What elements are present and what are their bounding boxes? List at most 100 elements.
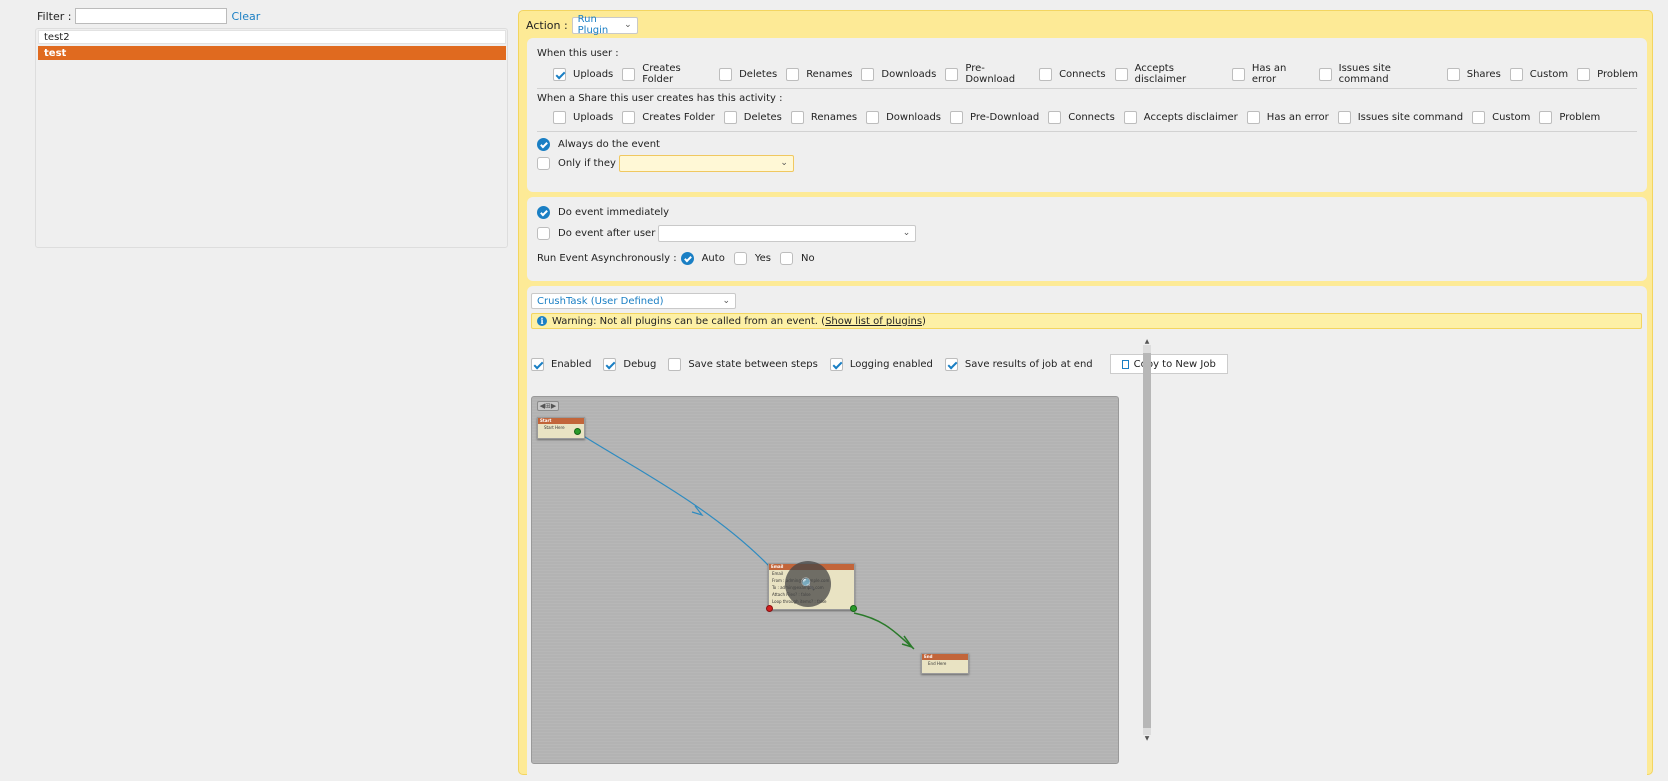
checkbox[interactable] [866,110,880,124]
debug-option[interactable]: Debug [603,357,656,371]
checkbox[interactable] [1472,110,1486,124]
checkbox[interactable] [945,67,959,81]
checkbox[interactable] [1446,67,1460,81]
flow-node-start[interactable]: Start Start Here [537,417,585,439]
zoom-icon[interactable]: 🔍 [785,561,831,607]
user-event-problem[interactable]: Problem [1577,67,1638,81]
copy-to-new-job-button[interactable]: Copy to New Job [1109,354,1228,374]
checkbox[interactable] [622,110,636,124]
save-results-option[interactable]: Save results of job at end [944,357,1093,371]
async-no-option[interactable]: No [779,251,815,265]
async-yes-option[interactable]: Yes [733,251,771,265]
share-event-downloads[interactable]: Downloads [866,110,941,124]
checkbox[interactable] [1048,110,1062,124]
plugin-select[interactable]: CrushTask (User Defined) ⌄ [531,293,736,309]
checkbox[interactable] [1577,67,1591,81]
checkbox[interactable] [786,67,800,81]
checkbox[interactable] [1039,67,1053,81]
user-list-item-test2[interactable]: test2 [38,30,506,44]
checkbox[interactable] [553,67,566,81]
enabled-option[interactable]: Enabled [531,357,591,371]
radio-button[interactable] [537,156,550,170]
share-event-uploads[interactable]: Uploads [553,110,613,124]
zoom-toolbar[interactable]: ◀⊞▶ [537,401,559,411]
user-event-renames[interactable]: Renames [786,67,852,81]
only-if-option[interactable]: Only if they ⌄ [537,154,794,172]
output-port[interactable] [850,605,857,612]
radio-button[interactable] [779,251,793,265]
checkbox[interactable] [1318,67,1332,81]
filter-input[interactable] [75,8,228,24]
user-event-downloads[interactable]: Downloads [861,67,936,81]
checkbox[interactable] [944,357,958,371]
checkbox[interactable] [1246,110,1260,124]
checkbox[interactable] [1539,110,1553,124]
clear-filter-link[interactable]: Clear [231,10,260,23]
user-event-connects[interactable]: Connects [1039,67,1106,81]
flow-scrollbar[interactable]: ▲ ▼ [1143,339,1151,742]
error-port[interactable] [766,605,773,612]
checkbox[interactable] [668,357,682,371]
always-do-event-option[interactable]: Always do the event [537,136,660,152]
radio-button[interactable] [537,205,550,219]
checkbox[interactable] [531,357,544,371]
user-list-item-test[interactable]: test [38,46,506,60]
checkbox[interactable] [1123,110,1137,124]
warning-text: Warning: Not all plugins can be called f… [552,315,826,327]
checkbox[interactable] [553,110,566,124]
user-event-uploads[interactable]: Uploads [553,67,613,81]
output-port[interactable] [574,428,581,435]
user-event-shares[interactable]: Shares [1446,67,1501,81]
logging-enabled-option[interactable]: Logging enabled [829,357,933,371]
checkbox[interactable] [1114,67,1128,81]
checkbox[interactable] [719,67,733,81]
share-event-creates-folder[interactable]: Creates Folder [622,110,715,124]
checkbox[interactable] [723,110,737,124]
radio-button[interactable] [537,137,550,151]
user-event-deletes[interactable]: Deletes [719,67,777,81]
checkbox[interactable] [790,110,804,124]
action-select[interactable]: Run Plugin ⌄ [571,14,638,36]
checkbox[interactable] [950,110,964,124]
share-event-connects[interactable]: Connects [1048,110,1115,124]
checkbox-label: Problem [1597,68,1638,80]
scrollbar-thumb[interactable] [1143,353,1151,728]
radio-button[interactable] [537,226,550,240]
user-event-has-error[interactable]: Has an error [1231,63,1310,85]
share-event-pre-download[interactable]: Pre-Download [950,110,1039,124]
checkbox[interactable] [1337,110,1351,124]
save-state-option[interactable]: Save state between steps [668,357,818,371]
checkbox[interactable] [1231,67,1245,81]
share-event-deletes[interactable]: Deletes [723,110,782,124]
share-event-problem[interactable]: Problem [1539,110,1600,124]
share-event-has-error[interactable]: Has an error [1246,110,1329,124]
share-event-issues-site-command[interactable]: Issues site command [1337,110,1463,124]
checkbox[interactable] [829,357,843,371]
checkbox[interactable] [1509,67,1523,81]
checkbox[interactable] [861,67,875,81]
user-event-accepts-disclaimer[interactable]: Accepts disclaimer [1114,63,1223,85]
radio-button[interactable] [680,251,694,265]
checkbox[interactable] [603,357,617,371]
async-auto-option[interactable]: Auto [680,251,725,265]
user-event-pre-download[interactable]: Pre-Download [945,63,1030,85]
do-event-after-user-option[interactable]: Do event after user ⌄ [537,224,917,242]
flow-node-end[interactable]: End End Here [921,653,969,674]
user-event-creates-folder[interactable]: Creates Folder [622,63,710,85]
scroll-up-icon[interactable]: ▲ [1143,339,1151,345]
scroll-down-icon[interactable]: ▼ [1143,736,1151,742]
only-if-select[interactable]: ⌄ [618,154,794,172]
show-plugins-link[interactable]: Show list of plugins [825,316,922,327]
do-event-immediately-option[interactable]: Do event immediately [537,204,669,220]
checkbox-label: Accepts disclaimer [1134,63,1187,85]
checkbox[interactable] [622,67,636,81]
flow-canvas[interactable]: ◀⊞▶ Start Start Here Email Email From : … [531,396,1119,764]
share-event-custom[interactable]: Custom [1472,110,1530,124]
share-event-accepts-disclaimer[interactable]: Accepts disclaimer [1123,110,1238,124]
warning-text-end: ) [922,315,926,327]
after-user-select[interactable]: ⌄ [658,224,917,242]
share-event-renames[interactable]: Renames [790,110,857,124]
radio-button[interactable] [733,251,747,265]
user-event-issues-site-command[interactable]: Issues site command [1318,63,1438,85]
user-event-custom[interactable]: Custom [1509,67,1568,81]
